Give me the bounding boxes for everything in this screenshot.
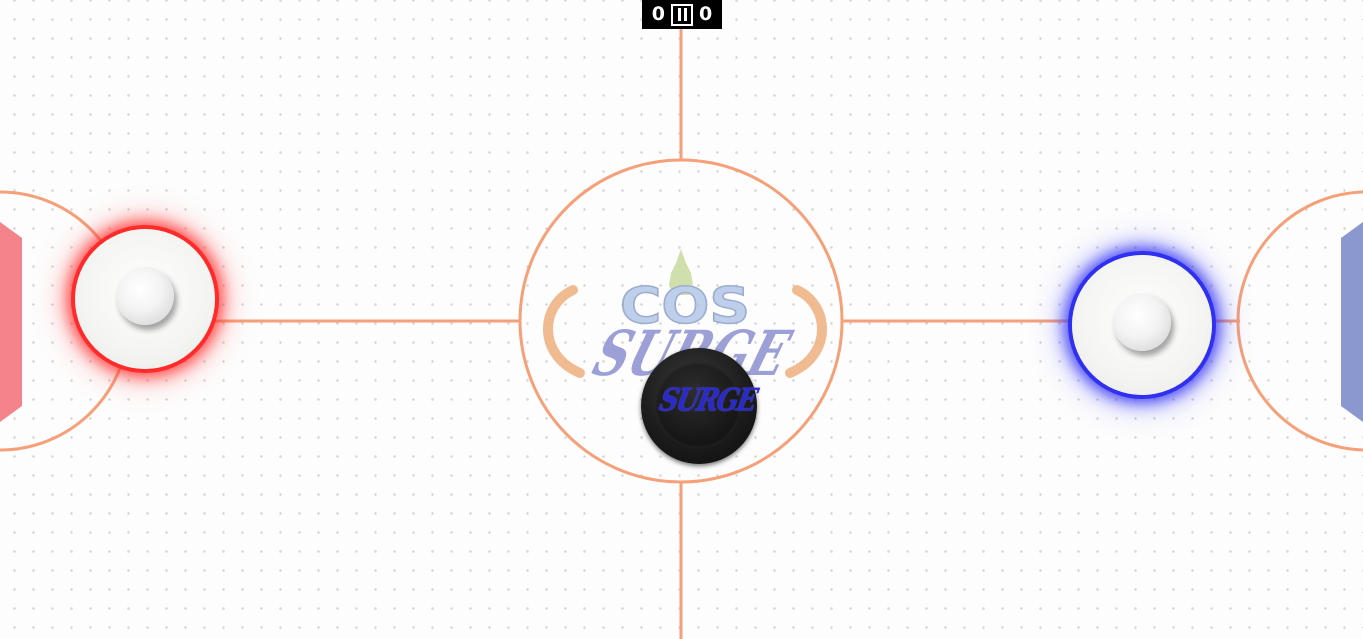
puck[interactable]: SURGE xyxy=(641,348,759,464)
left-goal xyxy=(0,222,22,422)
logo-swoosh-right xyxy=(785,285,827,378)
red-mallet-handle xyxy=(116,267,174,325)
pause-icon xyxy=(677,8,681,21)
right-goal xyxy=(1341,222,1363,422)
red-player-mallet[interactable] xyxy=(75,229,215,369)
left-score: 0 xyxy=(651,3,665,25)
scoreboard: 0 0 xyxy=(642,0,722,29)
puck-logo: SURGE xyxy=(656,383,759,419)
blue-player-mallet[interactable] xyxy=(1072,255,1212,395)
air-hockey-table[interactable]: COS SURGE SURGE 0 0 xyxy=(0,0,1363,639)
pause-icon-bar xyxy=(683,8,687,21)
right-score: 0 xyxy=(699,3,713,25)
blue-mallet-handle xyxy=(1113,293,1171,351)
logo-swoosh-left xyxy=(543,285,585,378)
pause-button[interactable] xyxy=(671,3,693,26)
